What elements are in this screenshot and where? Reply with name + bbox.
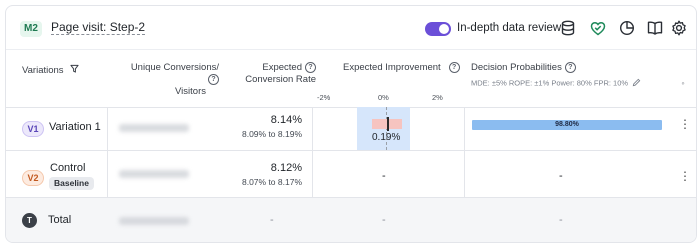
visitors-label: Visitors [175, 86, 206, 98]
expected-improvement-value: 0.19% [372, 132, 401, 143]
conversion-rate-interval: 8.07% to 8.17% [241, 177, 302, 187]
total-label: Total [48, 214, 72, 226]
redacted-conversions [119, 170, 189, 178]
column-settings-icon[interactable]: ◦ [679, 78, 687, 88]
total-probability-value: - [559, 214, 563, 226]
variations-label: Variations [22, 65, 64, 77]
info-icon[interactable]: ? [448, 62, 460, 73]
redacted-conversions [119, 217, 189, 225]
axis-tick-label: -2% [317, 93, 331, 102]
decision-settings-summary: MDE: ±5% ROPE: ±1% Power: 80% FPR: 10% [471, 78, 641, 89]
results-toolbar: M2 Page visit: Step-2 In-depth data revi… [6, 6, 696, 44]
table-header: Variations Unique Conversions/? Visitors… [6, 49, 696, 108]
variation-badge: V2 [22, 170, 44, 186]
metric-badge: M2 [20, 21, 42, 37]
gear-icon[interactable] [670, 19, 688, 37]
conversion-rate: 8.14% [270, 114, 302, 126]
decision-settings-text: MDE: ±5% ROPE: ±1% Power: 80% FPR: 10% [471, 78, 629, 88]
total-row: T Total - - - [6, 198, 696, 242]
conversion-rate: 8.12% [270, 162, 302, 174]
column-header-unique-conversions: Unique Conversions/? Visitors [119, 62, 219, 98]
database-icon[interactable] [559, 19, 577, 37]
pie-chart-icon[interactable] [618, 19, 636, 37]
heart-shield-icon[interactable] [589, 19, 607, 37]
info-icon[interactable]: ? [208, 74, 219, 85]
improvement-point-marker [387, 117, 389, 131]
column-header-variations[interactable]: Variations [22, 64, 79, 77]
variation-name[interactable]: Control [50, 162, 85, 174]
expected-improvement-value: - [382, 170, 386, 182]
axis-tick-label: 2% [432, 93, 443, 102]
filter-icon[interactable] [70, 64, 79, 77]
total-improvement-value: - [382, 214, 386, 226]
table-row[interactable]: V2 Control Baseline 8.12% 8.07% to 8.17%… [6, 151, 696, 198]
column-header-decision-probabilities: Decision Probabilities? [471, 62, 576, 74]
unique-conversions-label: Unique Conversions/ [130, 62, 219, 73]
results-card: M2 Page visit: Step-2 In-depth data revi… [5, 5, 697, 243]
decision-probabilities-label: Decision Probabilities [471, 62, 562, 74]
info-icon[interactable]: ? [305, 62, 316, 73]
row-menu-icon[interactable]: ⋮ [679, 118, 691, 130]
in-depth-review-toggle[interactable] [425, 22, 451, 36]
book-icon[interactable] [646, 19, 664, 37]
axis-tick-label: 0% [378, 93, 389, 102]
variation-badge: V1 [22, 121, 44, 137]
redacted-conversions [119, 124, 189, 132]
decision-probability-value: - [559, 170, 563, 182]
variation-name[interactable]: Variation 1 [49, 121, 101, 133]
decision-probability-bar: 98.80% [472, 120, 662, 130]
expected-improvement-label: Expected Improvement [343, 62, 441, 74]
goal-title[interactable]: Page visit: Step-2 [51, 20, 146, 35]
column-header-expected-improvement: Expected Improvement? [343, 62, 460, 74]
baseline-tag: Baseline [49, 177, 94, 190]
toggle-knob [439, 24, 449, 34]
column-header-expected-rate: Expected? Conversion Rate [223, 62, 316, 86]
total-badge: T [22, 213, 37, 228]
toggle-label: In-depth data review [457, 22, 562, 34]
total-rate-value: - [270, 214, 274, 226]
expected-label: Expected [262, 62, 302, 74]
conversion-rate-interval: 8.09% to 8.19% [241, 129, 302, 139]
info-icon[interactable]: ? [564, 62, 576, 73]
row-menu-icon[interactable]: ⋮ [679, 170, 691, 182]
conversion-rate-label: Conversion Rate [245, 74, 316, 86]
pencil-icon[interactable] [632, 78, 641, 89]
